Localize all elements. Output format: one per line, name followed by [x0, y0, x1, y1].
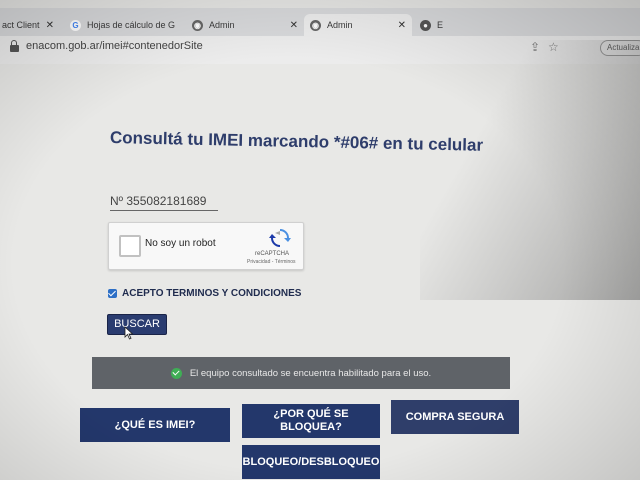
close-icon[interactable]: ✕: [392, 20, 406, 31]
tab-label: Hojas de cálculo de G: [87, 20, 176, 30]
tab-admin[interactable]: ◉ Admin ✕: [186, 14, 304, 36]
recaptcha-widget: No soy un robot reCAPTCHA Privacidad - T…: [108, 222, 304, 270]
captcha-privacy-links[interactable]: Privacidad - Términos: [247, 259, 296, 265]
por-que-se-bloquea-button[interactable]: ¿POR QUÉ SE BLOQUEA?: [242, 404, 380, 438]
accept-terms[interactable]: ACEPTO TERMINOS Y CONDICIONES: [108, 288, 301, 299]
compra-segura-button[interactable]: COMPRA SEGURA: [391, 400, 519, 434]
que-es-imei-button[interactable]: ¿QUÉ ES IMEI?: [80, 408, 230, 442]
star-icon[interactable]: ☆: [548, 40, 559, 54]
update-button[interactable]: Actualiza: [600, 40, 640, 56]
captcha-checkbox[interactable]: [119, 235, 141, 257]
page-content: Consultá tu IMEI marcando *#06# en tu ce…: [0, 64, 640, 480]
admin-icon: ◉: [310, 19, 321, 31]
accept-terms-checkbox[interactable]: [108, 289, 117, 298]
close-icon[interactable]: ✕: [40, 20, 54, 31]
status-banner: El equipo consultado se encuentra habili…: [92, 357, 510, 389]
share-icon[interactable]: ⇪: [530, 40, 540, 54]
accept-terms-label: ACEPTO TERMINOS Y CONDICIONES: [122, 288, 302, 299]
tab-label: act Client: [2, 20, 40, 30]
admin-icon: ◉: [192, 19, 203, 31]
check-circle-icon: [170, 367, 182, 379]
tab-admin-active[interactable]: ◉ Admin ✕: [304, 14, 412, 36]
mouse-cursor-icon: [124, 326, 134, 340]
captcha-label: No soy un robot: [145, 238, 216, 249]
address-bar[interactable]: enacom.gob.ar/imei#contenedorSite ⇪ ☆: [0, 36, 640, 64]
tab-e[interactable]: ● E: [414, 14, 454, 36]
tab-hojas-de-calculo[interactable]: G Hojas de cálculo de G ✕: [64, 14, 182, 36]
url-text[interactable]: enacom.gob.ar/imei#contenedorSite: [26, 40, 203, 52]
close-icon[interactable]: ✕: [284, 20, 298, 31]
imei-input[interactable]: Nº 355082181689: [110, 192, 218, 211]
lock-icon: [10, 40, 19, 52]
tab-label: Admin: [327, 20, 353, 30]
captcha-brand: reCAPTCHA: [255, 251, 290, 257]
tab-strip: act Client ✕ G Hojas de cálculo de G ✕ ◉…: [0, 8, 640, 36]
page-title: Consultá tu IMEI marcando *#06# en tu ce…: [109, 128, 484, 155]
recaptcha-icon: [269, 229, 291, 247]
bloqueo-desbloqueo-button[interactable]: BLOQUEO/DESBLOQUEO: [242, 445, 380, 479]
screen: act Client ✕ G Hojas de cálculo de G ✕ ◉…: [0, 0, 640, 480]
google-icon: G: [70, 19, 81, 31]
tab-label: E: [437, 20, 444, 30]
tab-label: Admin: [209, 20, 235, 30]
status-message: El equipo consultado se encuentra habili…: [189, 367, 432, 379]
search-button[interactable]: BUSCAR: [107, 314, 167, 335]
close-icon[interactable]: ✕: [175, 20, 182, 31]
tab-icon: ●: [420, 19, 431, 31]
tab-act-client[interactable]: act Client ✕: [0, 14, 60, 36]
